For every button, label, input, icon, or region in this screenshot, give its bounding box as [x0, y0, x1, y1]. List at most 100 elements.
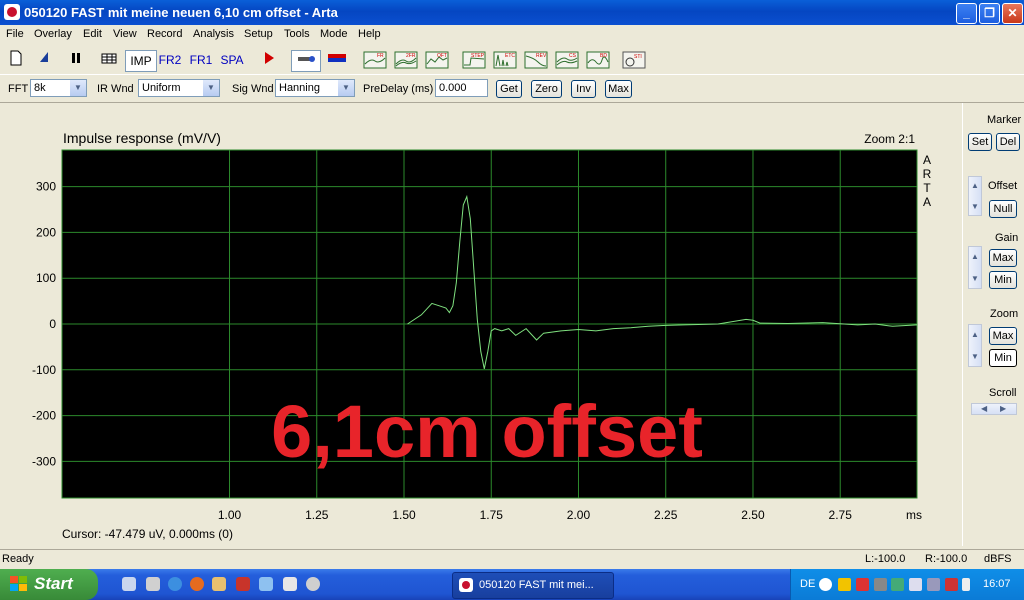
arrow-down-icon[interactable]: ▼: [969, 274, 981, 283]
menu-tools[interactable]: Tools: [284, 28, 310, 40]
arrow-right-icon[interactable]: ▶: [1000, 404, 1006, 413]
gain-min-button[interactable]: Min: [989, 271, 1017, 289]
2fr-graph-icon[interactable]: 2FR: [394, 50, 418, 70]
sti-icon[interactable]: STI: [622, 50, 646, 70]
tray-app-icon[interactable]: [891, 578, 904, 591]
rev-graph-icon[interactable]: REV: [524, 50, 548, 70]
zero-button[interactable]: Zero: [531, 80, 562, 98]
start-button[interactable]: Start: [0, 569, 98, 600]
get-button[interactable]: Get: [496, 80, 522, 98]
quicklaunch-icon[interactable]: [146, 577, 160, 591]
usb-device-icon[interactable]: [962, 578, 970, 591]
pause-icon[interactable]: [68, 50, 84, 70]
quicklaunch-icon[interactable]: [283, 577, 297, 591]
internet-explorer-icon[interactable]: [168, 577, 182, 591]
arta-app-icon[interactable]: [4, 4, 20, 20]
network-icon[interactable]: [909, 578, 922, 591]
marker-set-button[interactable]: Set: [968, 133, 992, 151]
step-response-icon[interactable]: STEP: [462, 50, 486, 70]
fft-select[interactable]: 8k ▼: [30, 79, 87, 97]
security-shield-icon[interactable]: [838, 578, 851, 591]
y-tick-label: 300: [36, 180, 56, 194]
chevron-down-icon[interactable]: ▼: [70, 80, 86, 96]
menu-view[interactable]: View: [113, 28, 137, 40]
cumulative-spectrum-icon[interactable]: CS: [555, 50, 579, 70]
table-icon[interactable]: [100, 50, 118, 70]
offset-spinner[interactable]: ▲ ▼: [968, 176, 982, 216]
tray-app-icon[interactable]: [927, 578, 940, 591]
spa-mode-button[interactable]: SPA: [219, 50, 245, 70]
menu-help[interactable]: Help: [358, 28, 381, 40]
x-tick-label: 2.00: [567, 508, 591, 522]
fr-graph-icon[interactable]: FR: [363, 50, 387, 70]
media-player-icon[interactable]: [306, 577, 320, 591]
minimize-button[interactable]: _: [956, 3, 977, 24]
arrow-up-icon[interactable]: ▲: [969, 252, 981, 261]
tray-app-icon[interactable]: [945, 578, 958, 591]
arrow-up-icon[interactable]: ▲: [969, 330, 981, 339]
menu-file[interactable]: File: [6, 28, 24, 40]
zoom-min-button[interactable]: Min: [989, 349, 1017, 367]
quicklaunch-icon[interactable]: [259, 577, 273, 591]
taskbar: Start 050120 FAST mit mei... DE 16:07: [0, 569, 1024, 600]
gain-spinner[interactable]: ▲ ▼: [968, 246, 982, 289]
language-indicator[interactable]: DE: [800, 578, 815, 590]
invert-button[interactable]: Inv: [571, 80, 596, 98]
quicklaunch-icon[interactable]: [122, 577, 136, 591]
signal-meter-icon[interactable]: [326, 50, 348, 70]
ir-wnd-value: Uniform: [142, 82, 181, 94]
impulse-response-plot-panel: Impulse response (mV/V) Zoom 2:1 300 200 1…: [0, 103, 960, 546]
cumulative-spectrum-label: CS: [569, 53, 577, 59]
zoom-max-button[interactable]: Max: [989, 327, 1017, 345]
offset-overlay-text: 6,1cm offset: [271, 390, 703, 473]
quicklaunch-icon[interactable]: [236, 577, 250, 591]
offset-null-button[interactable]: Null: [989, 200, 1017, 218]
offset-label: Offset: [988, 180, 1018, 192]
oft-graph-label: OFT: [437, 53, 447, 59]
ir-wnd-select[interactable]: Uniform ▼: [138, 79, 220, 97]
imp-mode-button[interactable]: IMP: [125, 50, 157, 72]
status-bar: Ready L:-100.0 R:-100.0 dBFS: [0, 549, 1024, 568]
fr2-mode-button[interactable]: FR2: [157, 50, 183, 70]
scroll-control[interactable]: ◀ ▶: [971, 403, 1017, 415]
system-tray: DE 16:07: [790, 569, 1024, 600]
zoom-spinner[interactable]: ▲ ▼: [968, 324, 982, 367]
menu-mode[interactable]: Mode: [320, 28, 348, 40]
tray-app-icon[interactable]: [874, 578, 887, 591]
etc-graph-label: ETC: [505, 53, 515, 59]
restore-button[interactable]: ❐: [979, 3, 1000, 24]
menu-setup[interactable]: Setup: [244, 28, 273, 40]
predelay-label: PreDelay (ms): [363, 83, 434, 95]
menu-analysis[interactable]: Analysis: [193, 28, 234, 40]
open-file-icon[interactable]: [37, 50, 53, 70]
marker-delete-button[interactable]: Del: [996, 133, 1020, 151]
burst-decay-icon[interactable]: BD: [586, 50, 610, 70]
menu-overlay[interactable]: Overlay: [34, 28, 72, 40]
new-file-icon[interactable]: [8, 50, 24, 70]
fr1-mode-button[interactable]: FR1: [188, 50, 214, 70]
tray-app-icon[interactable]: [856, 578, 869, 591]
arrow-down-icon[interactable]: ▼: [969, 202, 981, 211]
chevron-down-icon[interactable]: ▼: [338, 80, 354, 96]
impulse-response-chart[interactable]: Impulse response (mV/V) Zoom 2:1 300 200 1…: [0, 103, 960, 546]
gain-max-button[interactable]: Max: [989, 249, 1017, 267]
taskbar-arta-window[interactable]: 050120 FAST mit mei...: [452, 572, 614, 599]
generator-icon[interactable]: [291, 50, 321, 72]
menu-edit[interactable]: Edit: [83, 28, 102, 40]
menu-record[interactable]: Record: [147, 28, 182, 40]
record-play-icon[interactable]: [260, 50, 278, 70]
chevron-down-icon[interactable]: ▼: [203, 80, 219, 96]
arrow-left-icon[interactable]: ◀: [981, 404, 987, 413]
sig-wnd-select[interactable]: Hanning ▼: [275, 79, 355, 97]
max-button[interactable]: Max: [605, 80, 632, 98]
tray-arrow-icon[interactable]: [819, 578, 832, 591]
oft-graph-icon[interactable]: OFT: [425, 50, 449, 70]
etc-graph-icon[interactable]: ETC: [493, 50, 517, 70]
arrow-up-icon[interactable]: ▲: [969, 181, 981, 190]
arrow-down-icon[interactable]: ▼: [969, 352, 981, 361]
predelay-input[interactable]: 0.000: [435, 79, 488, 97]
firefox-icon[interactable]: [190, 577, 204, 591]
close-button[interactable]: ✕: [1002, 3, 1023, 24]
quicklaunch-icon[interactable]: [212, 577, 226, 591]
step-response-label: STEP: [471, 53, 485, 59]
